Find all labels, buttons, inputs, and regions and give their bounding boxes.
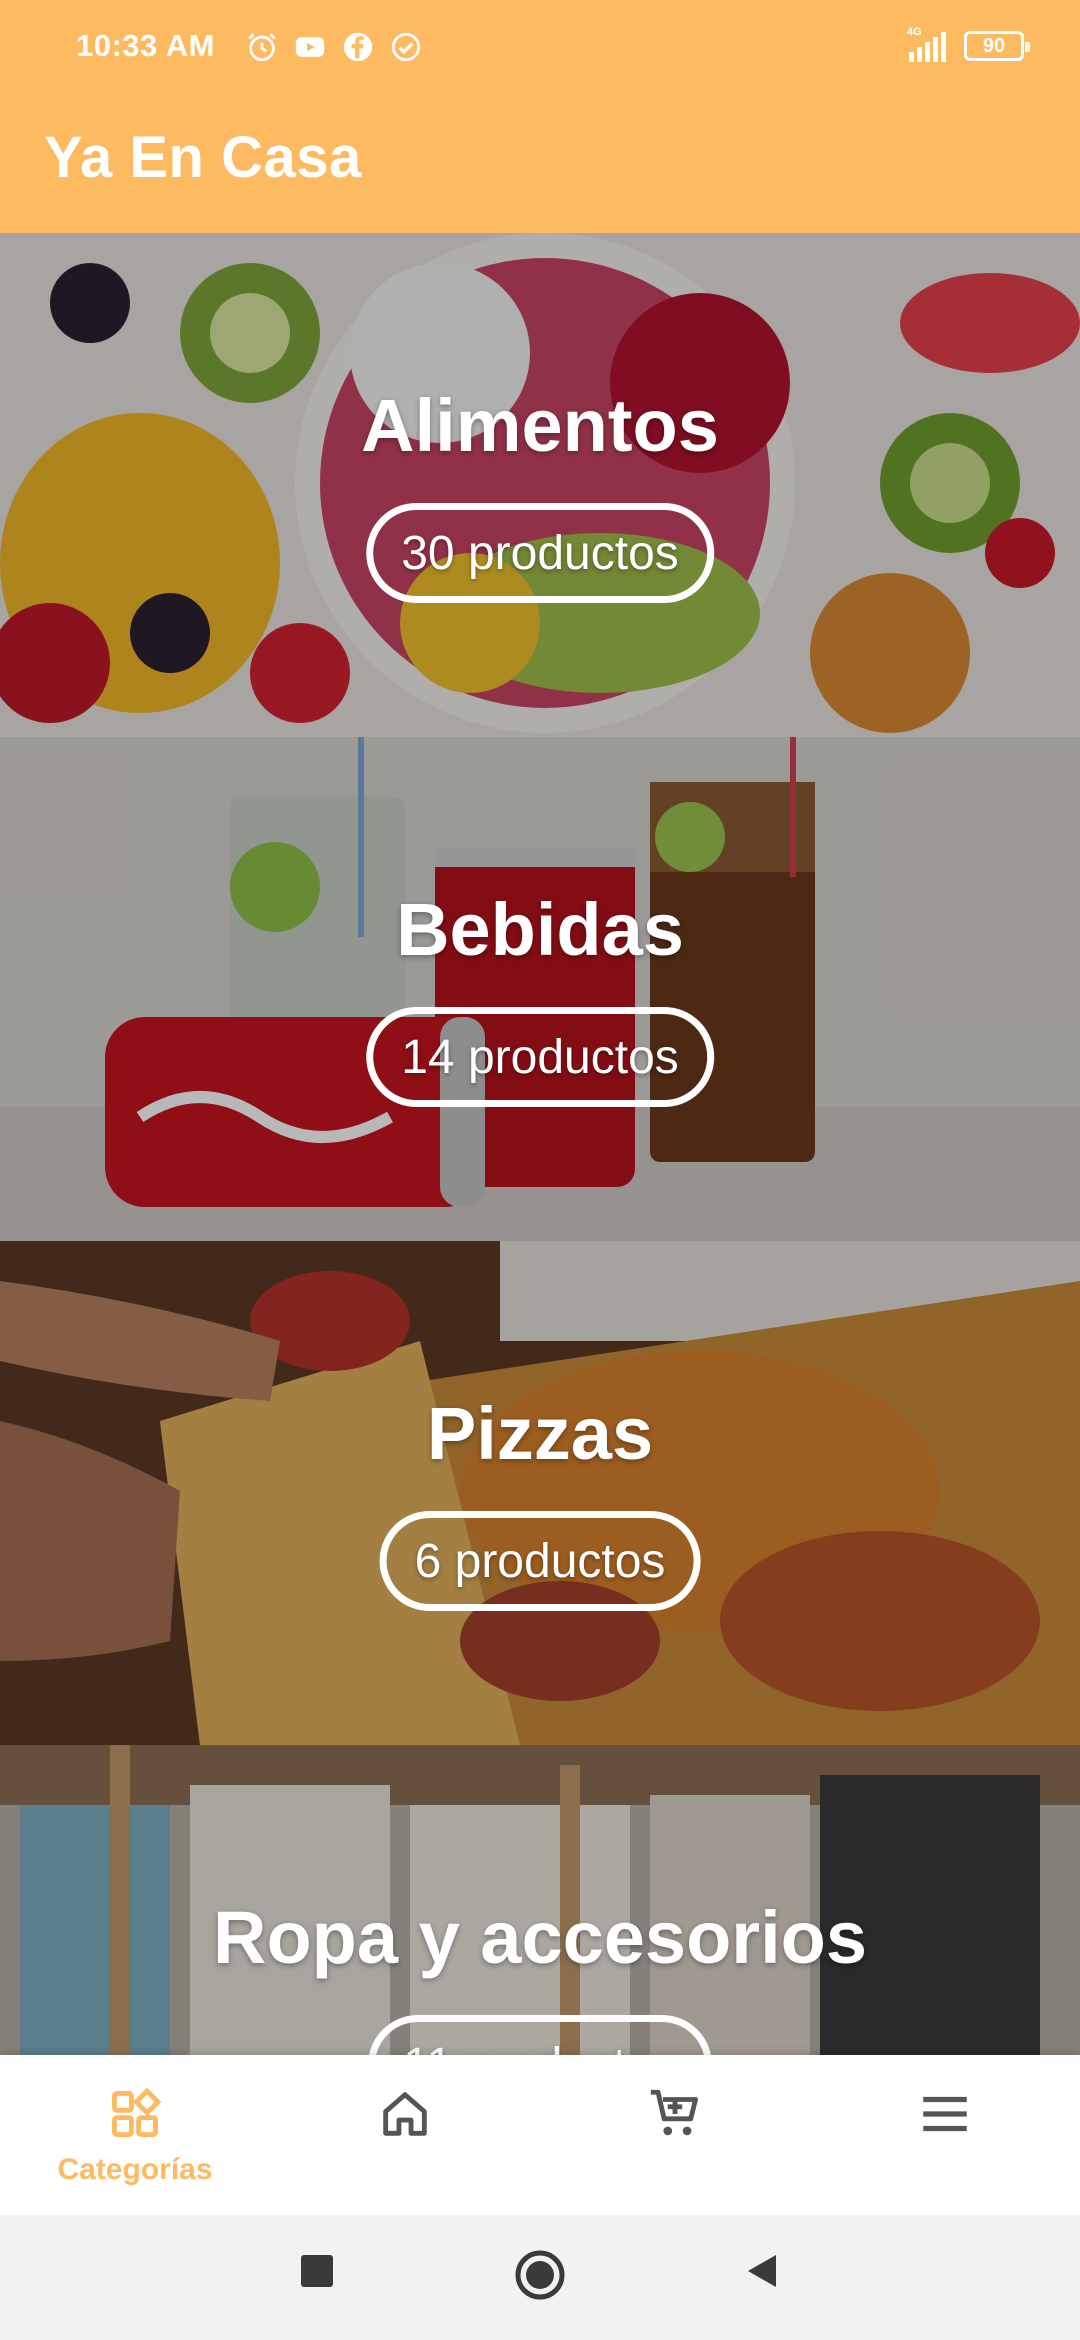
nav-item-home[interactable]	[270, 2055, 540, 2215]
check-circle-icon	[391, 32, 421, 62]
category-count-badge: 11 productos	[368, 2015, 712, 2055]
network-type: 4G	[907, 26, 922, 38]
category-card-alimentos[interactable]: Alimentos 30 productos	[0, 233, 1080, 737]
card-overlay	[0, 233, 1080, 737]
category-list[interactable]: Alimentos 30 productos Bebidas 14 produc…	[0, 233, 1080, 2055]
category-name: Bebidas	[396, 888, 684, 971]
category-card-pizzas[interactable]: Pizzas 6 productos	[0, 1241, 1080, 1745]
status-time: 10:33 AM	[76, 28, 215, 63]
menu-icon	[923, 2096, 967, 2132]
category-count-badge: 6 productos	[379, 1511, 701, 1611]
youtube-icon	[295, 37, 325, 57]
facebook-icon	[343, 32, 373, 62]
category-name: Pizzas	[426, 1392, 654, 1475]
system-navigation-bar	[0, 2215, 1080, 2340]
nav-item-menu[interactable]	[810, 2055, 1080, 2215]
status-bar: 10:33 AM 4G 90	[0, 0, 1080, 100]
nav-label: Categorías	[57, 2153, 213, 2186]
battery-icon: 90	[964, 31, 1030, 61]
home-button[interactable]	[512, 2247, 568, 2303]
notification-icons	[245, 30, 423, 64]
category-card-bebidas[interactable]: Bebidas 14 productos	[0, 737, 1080, 1241]
category-name: Alimentos	[361, 384, 719, 467]
nav-item-cart[interactable]	[540, 2055, 810, 2215]
categories-icon	[112, 2087, 162, 2137]
category-count-badge: 30 productos	[366, 503, 714, 603]
category-count-badge: 14 productos	[366, 1007, 714, 1107]
battery-level: 90	[982, 34, 1006, 57]
signal-icon: 4G	[907, 26, 946, 62]
category-name: Ropa y accesorios	[213, 1896, 867, 1979]
card-overlay	[0, 1241, 1080, 1745]
card-overlay	[0, 737, 1080, 1241]
status-right: 4G 90	[907, 26, 1030, 62]
app-title: Ya En Casa	[44, 125, 362, 190]
app-header: 10:33 AM 4G 90 Ya En Casa	[0, 0, 1080, 233]
nav-item-categorias[interactable]: Categorías	[0, 2055, 270, 2215]
cart-icon	[650, 2089, 698, 2136]
recents-button[interactable]	[297, 2251, 337, 2291]
home-icon	[383, 2092, 427, 2136]
back-button[interactable]	[742, 2251, 782, 2291]
alarm-icon	[248, 33, 276, 62]
bottom-navigation: Categorías	[0, 2055, 1080, 2215]
category-card-ropa-y-accesorios[interactable]: Ropa y accesorios 11 productos	[0, 1745, 1080, 2055]
